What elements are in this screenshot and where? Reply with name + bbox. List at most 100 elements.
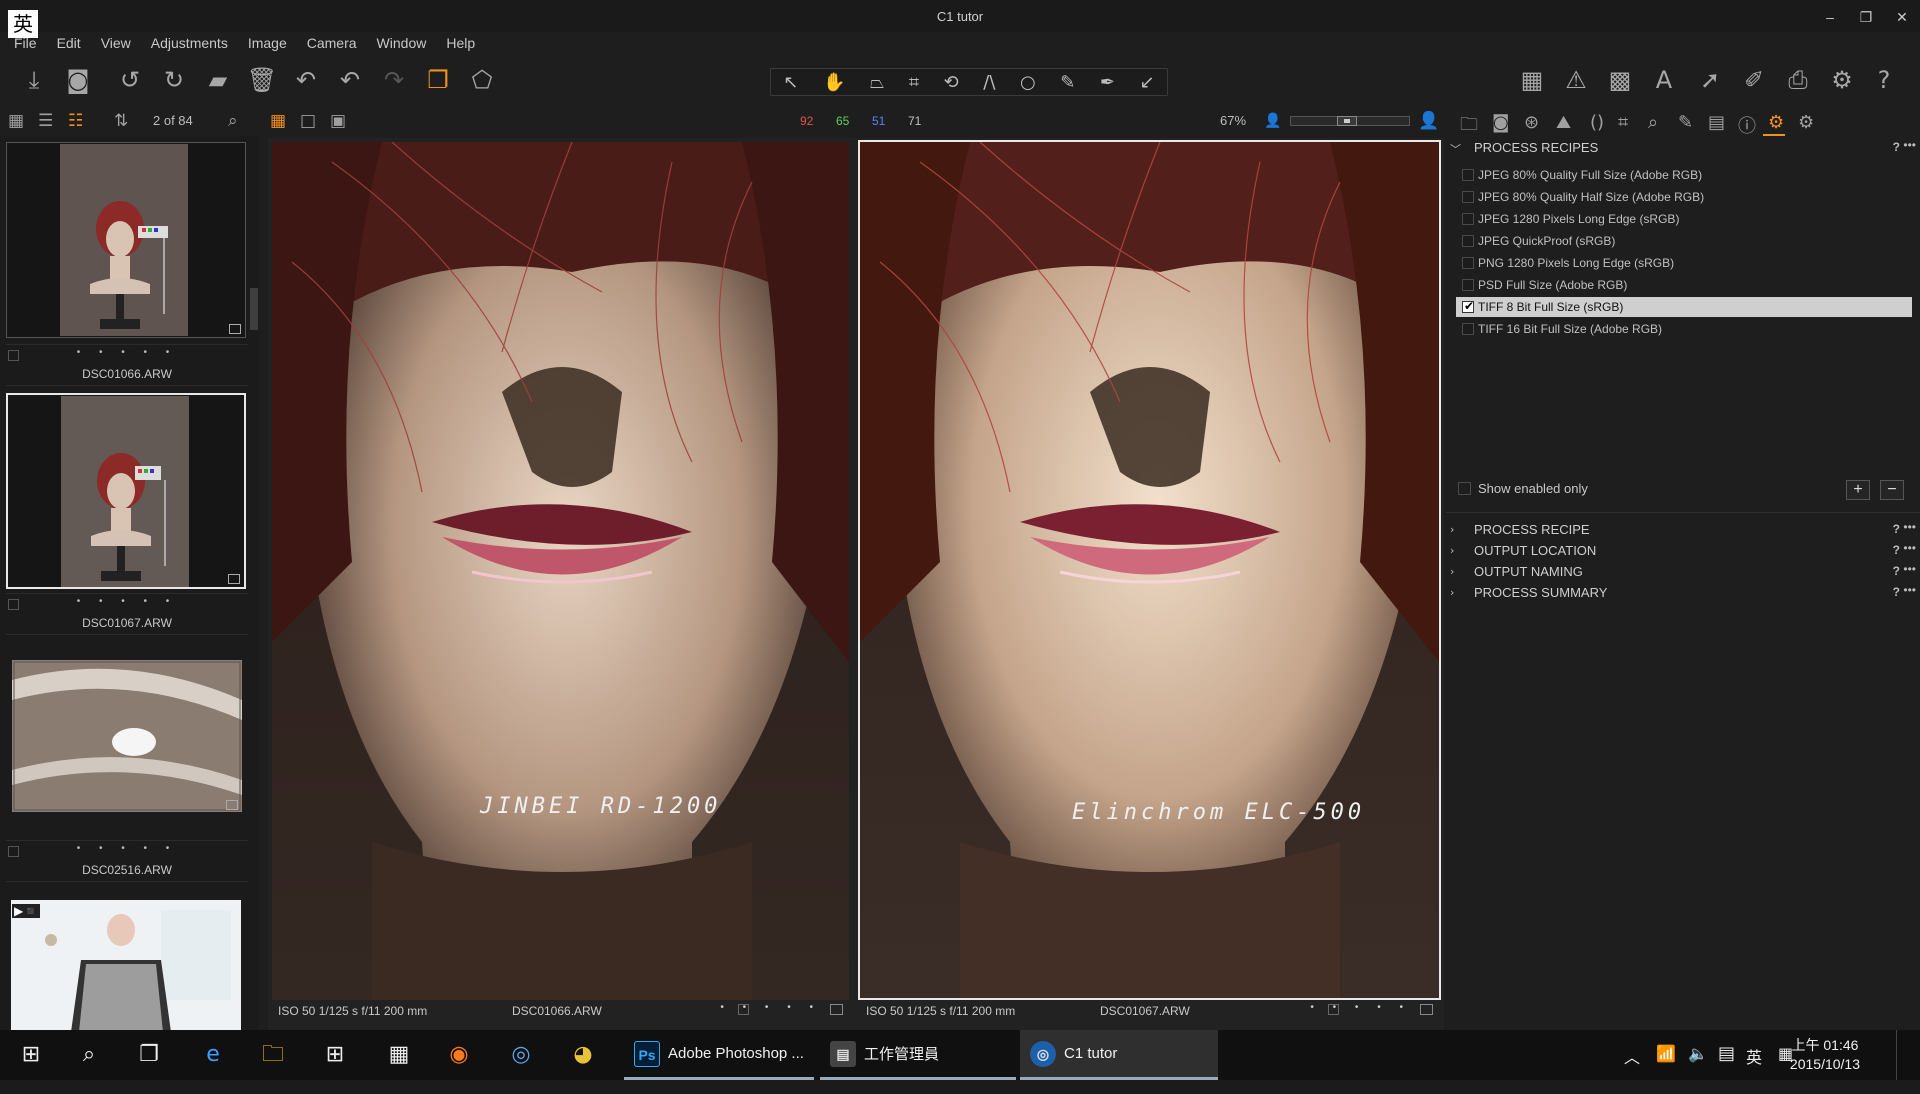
menu-edit[interactable]: Edit [57, 32, 81, 54]
recipe-item[interactable]: PNG 1280 Pixels Long Edge (sRGB) [1456, 253, 1912, 273]
details-loupe-icon[interactable]: ⌕ [1648, 112, 1658, 133]
menu-image[interactable]: Image [248, 32, 287, 54]
help-icon[interactable]: ? [1893, 564, 1900, 578]
menu-camera[interactable]: Camera [307, 32, 357, 54]
process-summary-header[interactable]: › PROCESS SUMMARY ? ••• [1446, 583, 1920, 603]
adjustments-list-icon[interactable]: ▤ [1708, 112, 1725, 133]
apply-adjustments-icon[interactable]: ⬠ [466, 64, 498, 96]
recipe-checkbox[interactable] [1462, 169, 1474, 181]
spot-removal-icon[interactable]: ○ [1020, 72, 1036, 93]
browser-scrollbar[interactable] [249, 136, 259, 1030]
viewer-image-right[interactable]: Elinchrom ELC-500 [858, 140, 1441, 1000]
undo-all-icon[interactable]: ↶ [290, 64, 322, 96]
output-gear-icon[interactable]: ⚙ [1768, 112, 1784, 133]
filmstrip-view-icon[interactable]: ☷ [68, 111, 83, 131]
recipe-item[interactable]: TIFF 16 Bit Full Size (Adobe RGB) [1456, 319, 1912, 339]
print-icon[interactable]: ⎙ [1782, 64, 1814, 96]
notes-icon[interactable] [830, 1004, 843, 1015]
star-rating[interactable]: • • • • • [720, 1002, 821, 1013]
recipe-item[interactable]: JPEG 80% Quality Full Size (Adobe RGB) [1456, 165, 1912, 185]
help-icon[interactable]: ? [1893, 140, 1900, 154]
recipe-checkbox[interactable] [1462, 213, 1474, 225]
grid-view-icon[interactable]: ▦ [8, 111, 24, 131]
zoom-slider[interactable] [1290, 116, 1410, 126]
taskbar-app-c1-tutor[interactable]: ◎ C1 tutor [1020, 1030, 1218, 1080]
browser-scroll-thumb[interactable] [250, 288, 258, 330]
recipe-item[interactable]: JPEG 80% Quality Half Size (Adobe RGB) [1456, 187, 1912, 207]
straighten-icon[interactable]: /\ [983, 72, 995, 93]
grid-icon[interactable]: ▩ [1604, 64, 1636, 96]
redo-icon[interactable]: ↷ [378, 64, 410, 96]
recipe-checkbox[interactable] [1462, 191, 1474, 203]
search-icon[interactable]: ⌕ [228, 111, 238, 131]
viewer-image-left[interactable]: JINBEI RD-1200 [272, 142, 849, 1000]
rotate-left-icon[interactable]: ↺ [114, 64, 146, 96]
minimize-button[interactable]: – [1812, 0, 1848, 32]
color-circles-icon[interactable]: ⊛ [1524, 112, 1539, 133]
exposure-icon[interactable]: ⛰ [1556, 112, 1571, 133]
star-rating[interactable]: • • • • • [6, 843, 248, 854]
recipe-checkbox[interactable] [1462, 323, 1474, 335]
notifications-icon[interactable]: ▤ [1718, 1043, 1735, 1093]
preferences-gear-icon[interactable]: ⚙ [1826, 64, 1858, 96]
rotate-tool-icon[interactable]: ⟲ [944, 72, 959, 93]
close-button[interactable]: ✕ [1884, 0, 1920, 32]
single-view-icon[interactable]: □ [300, 111, 316, 131]
camera-icon[interactable]: ◙ [62, 64, 94, 96]
edge-browser-icon[interactable]: e [198, 1040, 228, 1070]
expand-arrow-icon[interactable]: › [1450, 544, 1454, 557]
menu-adjustments[interactable]: Adjustments [151, 32, 228, 54]
recipe-item[interactable]: PSD Full Size (Adobe RGB) [1456, 275, 1912, 295]
layout-icon[interactable]: ▦ [1516, 64, 1548, 96]
collapse-arrow-icon[interactable]: ﹀ [1450, 141, 1461, 157]
annotation-text-icon[interactable]: A [1648, 64, 1680, 96]
multi-view-icon[interactable]: ▦ [270, 111, 286, 131]
trash-icon[interactable]: 🗑 [246, 64, 278, 96]
more-options-icon[interactable]: ••• [1903, 583, 1916, 597]
capture-camera-icon[interactable]: ◙ [1492, 112, 1509, 133]
help-icon[interactable]: ? [1893, 543, 1900, 557]
recipe-checkbox-checked[interactable] [1462, 299, 1474, 313]
list-view-icon[interactable]: ☰ [38, 111, 53, 131]
expand-arrow-icon[interactable]: › [1450, 523, 1454, 536]
menu-window[interactable]: Window [377, 32, 427, 54]
chrome-icon[interactable]: ◕ [568, 1040, 598, 1070]
move-to-folder-icon[interactable]: ▰ [202, 64, 234, 96]
keystone-icon[interactable]: ⏢ [870, 72, 884, 93]
copy-adjustments-icon[interactable]: ❐ [422, 64, 454, 96]
help-icon[interactable]: ? [1893, 585, 1900, 599]
zoom-slider-knob[interactable] [1337, 116, 1357, 126]
menu-help[interactable]: Help [446, 32, 475, 54]
menu-file[interactable]: File [14, 32, 37, 54]
more-options-icon[interactable]: ••• [1903, 541, 1916, 555]
metadata-info-icon[interactable]: ⓘ [1738, 112, 1756, 138]
expand-arrow-icon[interactable]: › [1450, 565, 1454, 578]
help-icon[interactable]: ? [1868, 64, 1900, 96]
exposure-warning-icon[interactable]: ⚠ [1560, 64, 1592, 96]
recipe-item[interactable]: JPEG QuickProof (sRGB) [1456, 231, 1912, 251]
maximize-button[interactable]: ❐ [1848, 0, 1884, 32]
recipe-checkbox[interactable] [1462, 279, 1474, 291]
task-view-icon[interactable]: ❐ [134, 1040, 164, 1070]
zoom-in-person-icon[interactable]: 👤 [1418, 111, 1439, 131]
undo-icon[interactable]: ↶ [334, 64, 366, 96]
proof-margin-icon[interactable]: ▣ [330, 111, 346, 131]
start-windows-icon[interactable]: ⊞ [16, 1040, 46, 1070]
star-rating[interactable]: • • • • • [1310, 1002, 1411, 1013]
recipe-checkbox[interactable] [1462, 235, 1474, 247]
process-recipes-header[interactable]: ﹀ PROCESS RECIPES ? ••• [1446, 138, 1920, 158]
show-desktop-button[interactable] [1896, 1030, 1902, 1080]
more-options-icon[interactable]: ••• [1903, 562, 1916, 576]
notes-icon[interactable] [1420, 1004, 1433, 1015]
batch-gear-icon[interactable]: ⚙ [1798, 112, 1814, 133]
thumbnail-frame-selected[interactable] [6, 393, 246, 589]
thumbnail-frame[interactable] [6, 644, 246, 840]
recipe-checkbox[interactable] [1462, 257, 1474, 269]
rotate-right-icon[interactable]: ↻ [158, 64, 190, 96]
brush-icon[interactable]: ✎ [1060, 72, 1075, 93]
copy-apply-icon[interactable]: ↙ [1140, 72, 1155, 93]
show-hidden-icons-icon[interactable]: ︿ [1624, 1044, 1640, 1094]
expand-arrow-icon[interactable]: › [1450, 586, 1454, 599]
process-recipe-header[interactable]: › PROCESS RECIPE ? ••• [1446, 520, 1920, 540]
taskbar-app-task-manager[interactable]: ▤ 工作管理員 [820, 1030, 1016, 1080]
